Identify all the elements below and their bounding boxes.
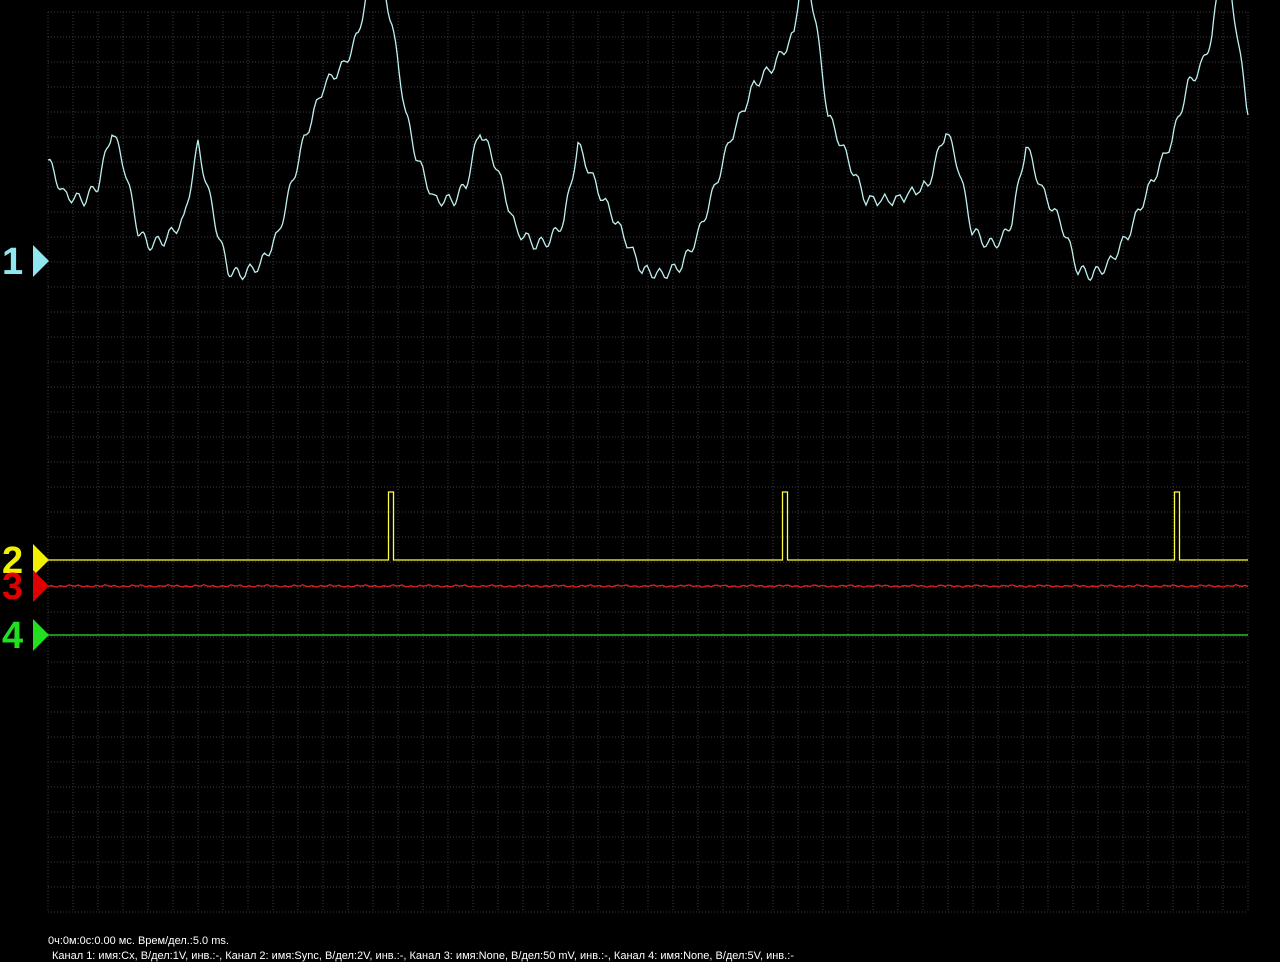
channel-3-marker-label: 3 bbox=[2, 566, 23, 608]
screen-background bbox=[0, 0, 1280, 960]
channel-1-marker-label: 1 bbox=[2, 241, 23, 283]
channels-status-line: Канал 1: имя:Cx, В/дел:1V, инв.:-, Канал… bbox=[52, 950, 794, 962]
time-status-line: 0ч:0м:0с:0.00 мс. Врем/дел.:5.0 ms. bbox=[48, 935, 229, 947]
channel-4-marker-label: 4 bbox=[2, 615, 23, 657]
oscilloscope-screen: 1 2 3 4 bbox=[0, 0, 1280, 960]
